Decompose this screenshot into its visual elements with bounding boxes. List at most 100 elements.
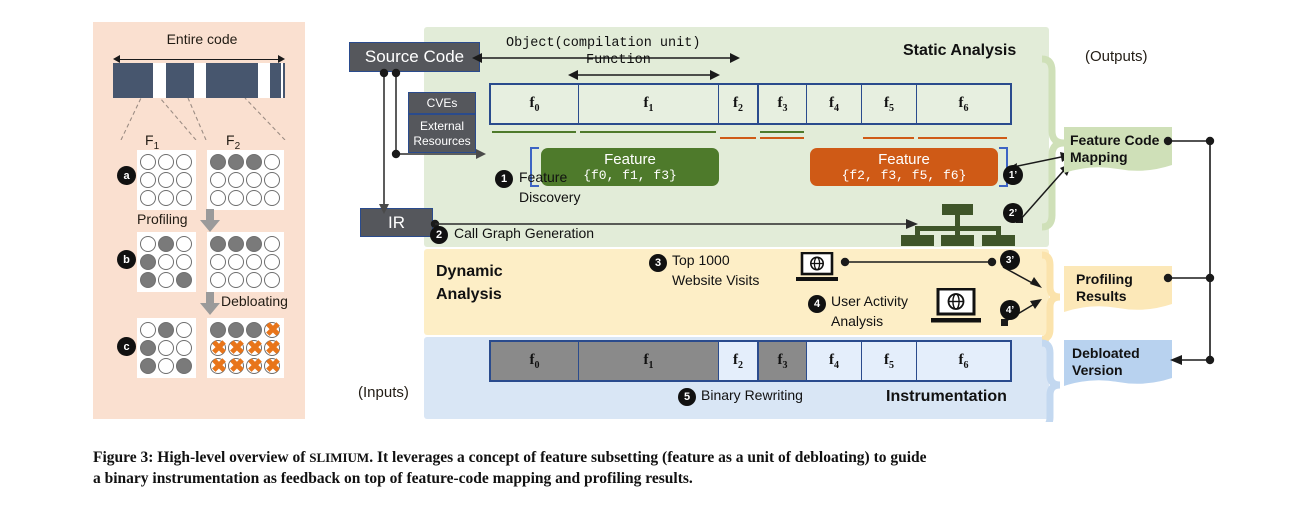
instr-cell-f6-label: f6: [958, 351, 969, 371]
instrumented-function-row: f0 f1 f2 f3 f4 f5 f6: [489, 340, 1012, 382]
entire-code-label: Entire code: [166, 31, 238, 47]
step-badge-4: 4: [808, 295, 826, 313]
feedback-bus-lines: [1163, 136, 1215, 365]
grid-b-right: [207, 232, 284, 292]
step-badge-b: b: [117, 250, 136, 269]
instr-cell-f3-label: f3: [777, 351, 788, 371]
caption-line1-a: Figure 3: High-level overview of: [93, 449, 310, 466]
step-badge-5: 5: [678, 388, 696, 406]
output-debloated-version: Debloated Version: [1064, 340, 1172, 386]
function-cell-f3: f3: [759, 85, 807, 123]
instr-cell-f0-label: f0: [529, 351, 540, 371]
output-profiling-results: Profiling Results: [1064, 266, 1172, 312]
function-cell-f0: f0: [491, 85, 579, 123]
output-profiling-line2: Results: [1076, 288, 1127, 304]
output-badge-4prime: 4’: [1000, 300, 1020, 320]
laptop-globe-icon: [796, 252, 838, 281]
group-label-f1-text: F: [145, 132, 154, 148]
instr-cell-f4-label: f4: [829, 351, 839, 371]
debloat-x-icon: ✖: [229, 338, 245, 359]
dynamic-analysis-title-line2: Analysis: [436, 286, 502, 303]
output-fcm-line2: Mapping: [1070, 149, 1128, 165]
call-graph-tree-icon: [898, 204, 1015, 246]
grid-b-left: [137, 232, 196, 292]
debloat-x-icon: ✖: [211, 356, 227, 377]
function-cell-f6-label: f6: [958, 94, 969, 114]
debloat-x-icon: ✖: [265, 338, 281, 359]
static-function-row: f0 f1 f2 f3 f4 f5 f6: [489, 83, 1012, 125]
function-cell-f1: f1: [579, 85, 719, 123]
grid-a-left: [137, 150, 196, 210]
caption-line1-b: . It leverages a concept of feature subs…: [369, 449, 927, 466]
step-3-label-line2: Website Visits: [672, 272, 760, 288]
entire-code-bar: [113, 63, 285, 98]
instr-cell-f5-label: f5: [884, 351, 894, 371]
group-label-f2: F2: [226, 132, 240, 152]
feature-box-green-title: Feature: [604, 151, 656, 168]
instr-cell-f5: f5: [862, 342, 917, 380]
group-label-f2-text: F: [226, 132, 235, 148]
step-badge-a: a: [117, 166, 136, 185]
dynamic-output-connectors: [840, 257, 1042, 326]
debloat-x-icon: ✖: [265, 356, 281, 377]
output-badge-2prime: 2’: [1003, 203, 1023, 223]
object-scale-label: Object(compilation unit): [506, 36, 701, 51]
instr-cell-f0: f0: [491, 342, 579, 380]
instr-cell-f2-label: f2: [733, 351, 743, 371]
instr-cell-f1-label: f1: [643, 351, 654, 371]
debloating-label: Debloating: [221, 293, 288, 309]
output-fcm-line1: Feature Code: [1070, 132, 1160, 148]
grid-c-left: [137, 318, 196, 378]
output-debloated-line1: Debloated: [1072, 345, 1140, 361]
output-badge-3prime: 3’: [1000, 250, 1020, 270]
feature-box-green-set: {f0, f1, f3}: [583, 168, 677, 183]
output-feature-code-mapping: Feature Code Mapping: [1064, 127, 1172, 173]
output-debloated-line2: Version: [1072, 362, 1123, 378]
function-cell-f4: f4: [807, 85, 862, 123]
debloat-x-icon: ✖: [247, 338, 263, 359]
orange-underline-f2: [720, 137, 756, 140]
debloat-x-icon: ✖: [229, 356, 245, 377]
feature-box-orange: Feature {f2, f3, f5, f6}: [810, 148, 998, 186]
inputs-label: (Inputs): [358, 384, 409, 401]
grid-c-right: ✖ ✖ ✖ ✖ ✖ ✖ ✖ ✖ ✖: [207, 318, 284, 378]
step-badge-3: 3: [649, 254, 667, 272]
feature-box-orange-set: {f2, f3, f5, f6}: [841, 168, 967, 183]
feature-box-orange-title: Feature: [878, 151, 930, 168]
green-underline-f1: [580, 131, 716, 134]
instr-cell-f1: f1: [579, 342, 719, 380]
entire-code-arrow: [113, 55, 285, 63]
figure-root: Entire code F1 F2 a Profiling b Debloati…: [0, 0, 1316, 521]
output-badge-1prime: 1’: [1003, 165, 1023, 185]
step-1-label-line2: Discovery: [519, 189, 581, 205]
debloat-x-icon: ✖: [211, 338, 227, 359]
output-profiling-line1: Profiling: [1076, 271, 1133, 287]
function-scale-arrow: [568, 70, 720, 80]
function-cell-f4-label: f4: [829, 94, 839, 114]
step-badge-1: 1: [495, 170, 513, 188]
instr-cell-f6: f6: [917, 342, 1010, 380]
outputs-label: (Outputs): [1085, 48, 1148, 65]
profiling-arrow-icon: [200, 209, 220, 232]
dynamic-analysis-title-line1: Dynamic: [436, 263, 503, 280]
orange-underline-f6: [918, 137, 1007, 140]
source-code-label: Source Code: [364, 47, 465, 66]
step-badge-2: 2: [430, 226, 448, 244]
step-1-label-line1: Feature: [519, 169, 568, 185]
debloat-x-icon: ✖: [247, 356, 263, 377]
orange-underline-f5: [863, 137, 914, 140]
figure-caption: Figure 3: High-level overview of Slimium…: [93, 447, 1223, 489]
instrumentation-title: Instrumentation: [886, 388, 1007, 405]
step-3-label-line1: Top 1000: [672, 252, 730, 268]
function-cell-f5-label: f5: [884, 94, 894, 114]
static-analysis-title: Static Analysis: [903, 42, 1017, 59]
green-underline-f3: [760, 131, 804, 134]
grid-a-right: [207, 150, 284, 210]
debloating-arrow-icon: [200, 292, 220, 315]
caption-smallcaps: Slimium: [309, 450, 370, 465]
caption-line2: a binary instrumentation as feedback on …: [93, 470, 693, 487]
function-cell-f1-label: f1: [643, 94, 654, 114]
step-badge-c: c: [117, 337, 136, 356]
debloat-x-icon: ✖: [265, 320, 281, 341]
function-cell-f3-label: f3: [777, 94, 788, 114]
